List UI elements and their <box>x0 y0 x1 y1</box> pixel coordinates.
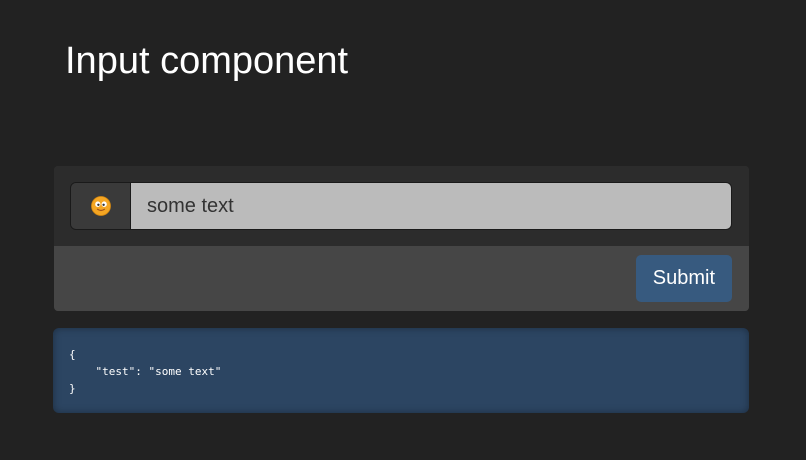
submit-button[interactable]: Submit <box>635 255 732 302</box>
form-body <box>54 166 749 246</box>
text-input[interactable] <box>131 183 731 229</box>
input-form-card: Submit <box>54 166 749 311</box>
input-group <box>70 182 732 230</box>
json-output-panel: { "test": "some text" } <box>53 328 749 413</box>
form-footer: Submit <box>54 246 749 311</box>
json-output: { "test": "some text" } <box>69 348 222 395</box>
input-addon <box>71 183 131 229</box>
page-title: Input component <box>65 40 349 82</box>
smiley-face-icon <box>90 196 111 216</box>
